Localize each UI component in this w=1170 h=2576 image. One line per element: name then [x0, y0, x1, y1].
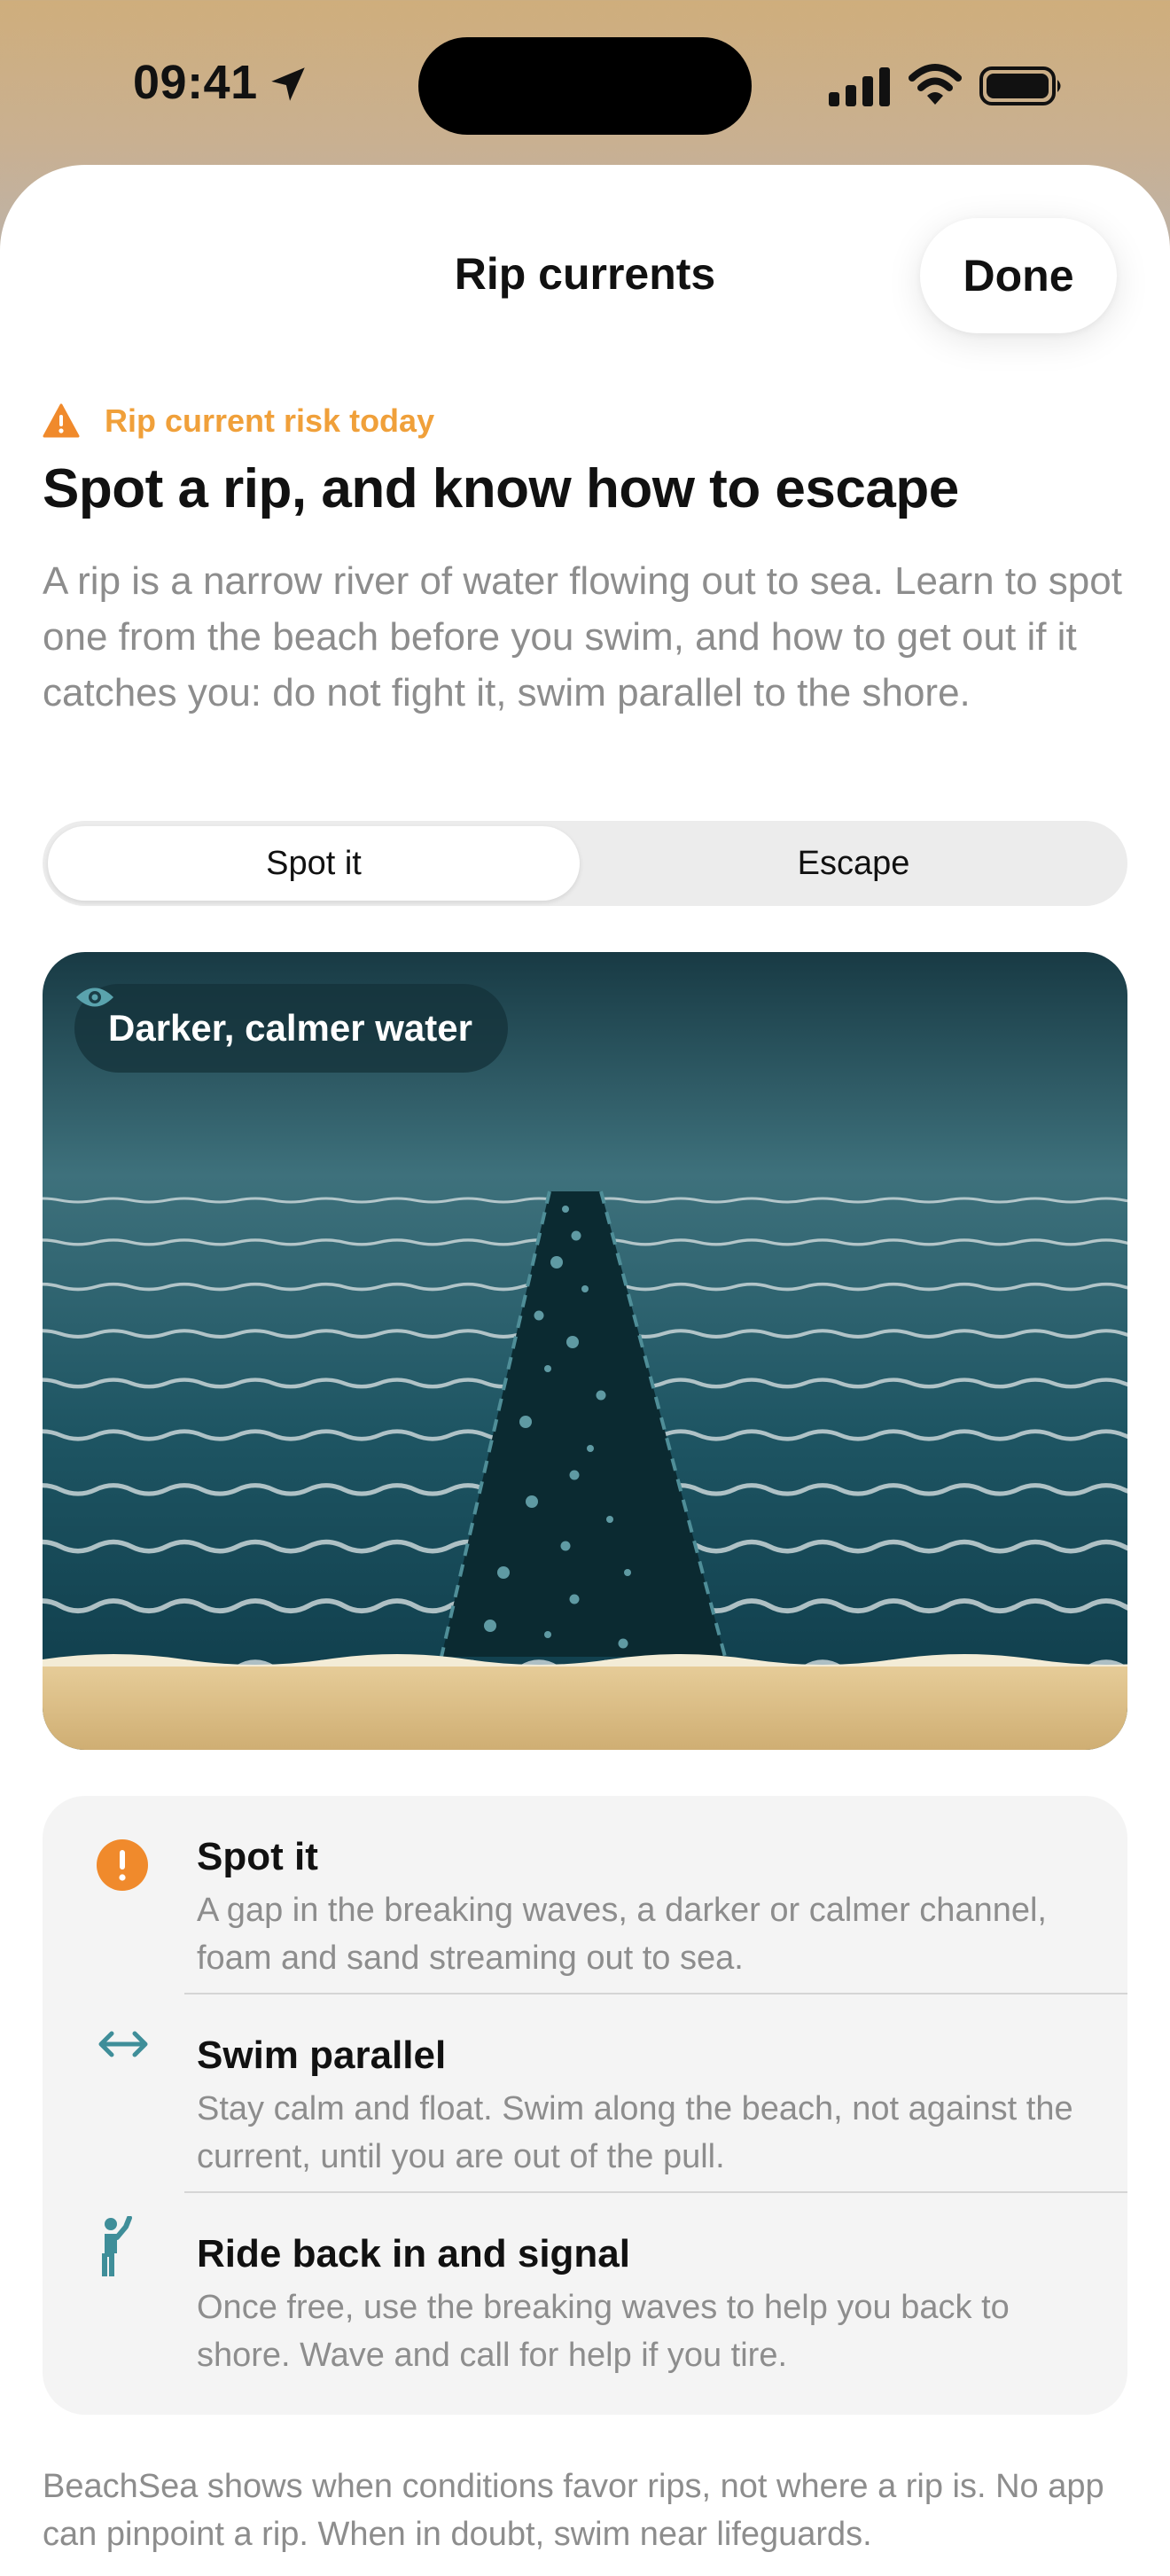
- foam-dot: [618, 1638, 628, 1649]
- rip-currents-sheet: Rip currents Done Rip current risk today…: [0, 165, 1170, 2576]
- tips-card: Spot it A gap in the breaking waves, a d…: [43, 1796, 1127, 2415]
- tip-divider: [184, 2191, 1127, 2193]
- status-bar: 09:41: [0, 0, 1170, 168]
- foam-dot: [544, 1631, 551, 1638]
- foam-dot: [526, 1495, 538, 1508]
- sand: [43, 1667, 1127, 1750]
- foam-dot: [569, 1594, 580, 1604]
- foam-dot: [544, 1365, 551, 1372]
- footnote: BeachSea shows when conditions favor rip…: [43, 2468, 1104, 2553]
- tip-body: Stay calm and float. Swim along the beac…: [197, 2090, 1073, 2175]
- chip-label: Darker, calmer water: [108, 1007, 472, 1049]
- segment-escape[interactable]: Escape: [585, 826, 1122, 901]
- tip-title: Ride back in and signal: [197, 2232, 631, 2275]
- foam-dot: [581, 1285, 589, 1292]
- foam-dot: [569, 1470, 580, 1480]
- exclamation-circle-icon: [97, 1839, 148, 1891]
- tip-title: Spot it: [197, 1835, 318, 1878]
- foam-dot: [562, 1206, 569, 1213]
- foam-dot: [519, 1416, 532, 1428]
- foam-dot: [484, 1620, 496, 1632]
- segment-spot-it[interactable]: Spot it: [48, 826, 580, 901]
- risk-label: Rip current risk today: [105, 402, 435, 439]
- foam-dot: [497, 1566, 510, 1579]
- dynamic-island: [418, 37, 752, 135]
- tip-divider: [184, 1993, 1127, 1994]
- arrow-left-right-icon: [98, 2031, 148, 2057]
- person-waving-icon: [102, 2216, 132, 2276]
- tip-title: Swim parallel: [197, 2033, 447, 2077]
- rip-illustration: Darker, calmer water: [43, 952, 1127, 1750]
- view-segmented-control: Spot it Escape: [43, 821, 1127, 906]
- battery-icon: [979, 66, 1061, 105]
- illustration-chip: Darker, calmer water: [74, 984, 508, 1073]
- cellular-signal-icon: [829, 67, 890, 106]
- risk-banner: Rip current risk today: [43, 402, 434, 440]
- page-headline: Spot a rip, and know how to escape: [43, 458, 959, 519]
- foam-dot: [534, 1310, 544, 1321]
- foam-dot: [560, 1541, 571, 1551]
- wifi-icon: [909, 64, 962, 105]
- foam-dot: [550, 1256, 563, 1268]
- location-arrow-icon: [271, 67, 305, 101]
- tip-body: Once free, use the breaking waves to hel…: [197, 2289, 1010, 2374]
- foam-dot: [587, 1445, 594, 1452]
- foam-dot: [566, 1336, 579, 1348]
- intro-text: A rip is a narrow river of water flowing…: [43, 559, 1122, 714]
- foam-dot: [596, 1390, 606, 1401]
- done-button[interactable]: Done: [920, 218, 1117, 333]
- tip-body: A gap in the breaking waves, a darker or…: [197, 1892, 1047, 1977]
- warning-triangle-icon: [43, 403, 80, 438]
- status-time: 09:41: [133, 56, 258, 109]
- foam-dot: [606, 1516, 613, 1523]
- foam-dot: [571, 1230, 581, 1241]
- foam-dot: [624, 1569, 631, 1576]
- eye-icon: [76, 987, 113, 1007]
